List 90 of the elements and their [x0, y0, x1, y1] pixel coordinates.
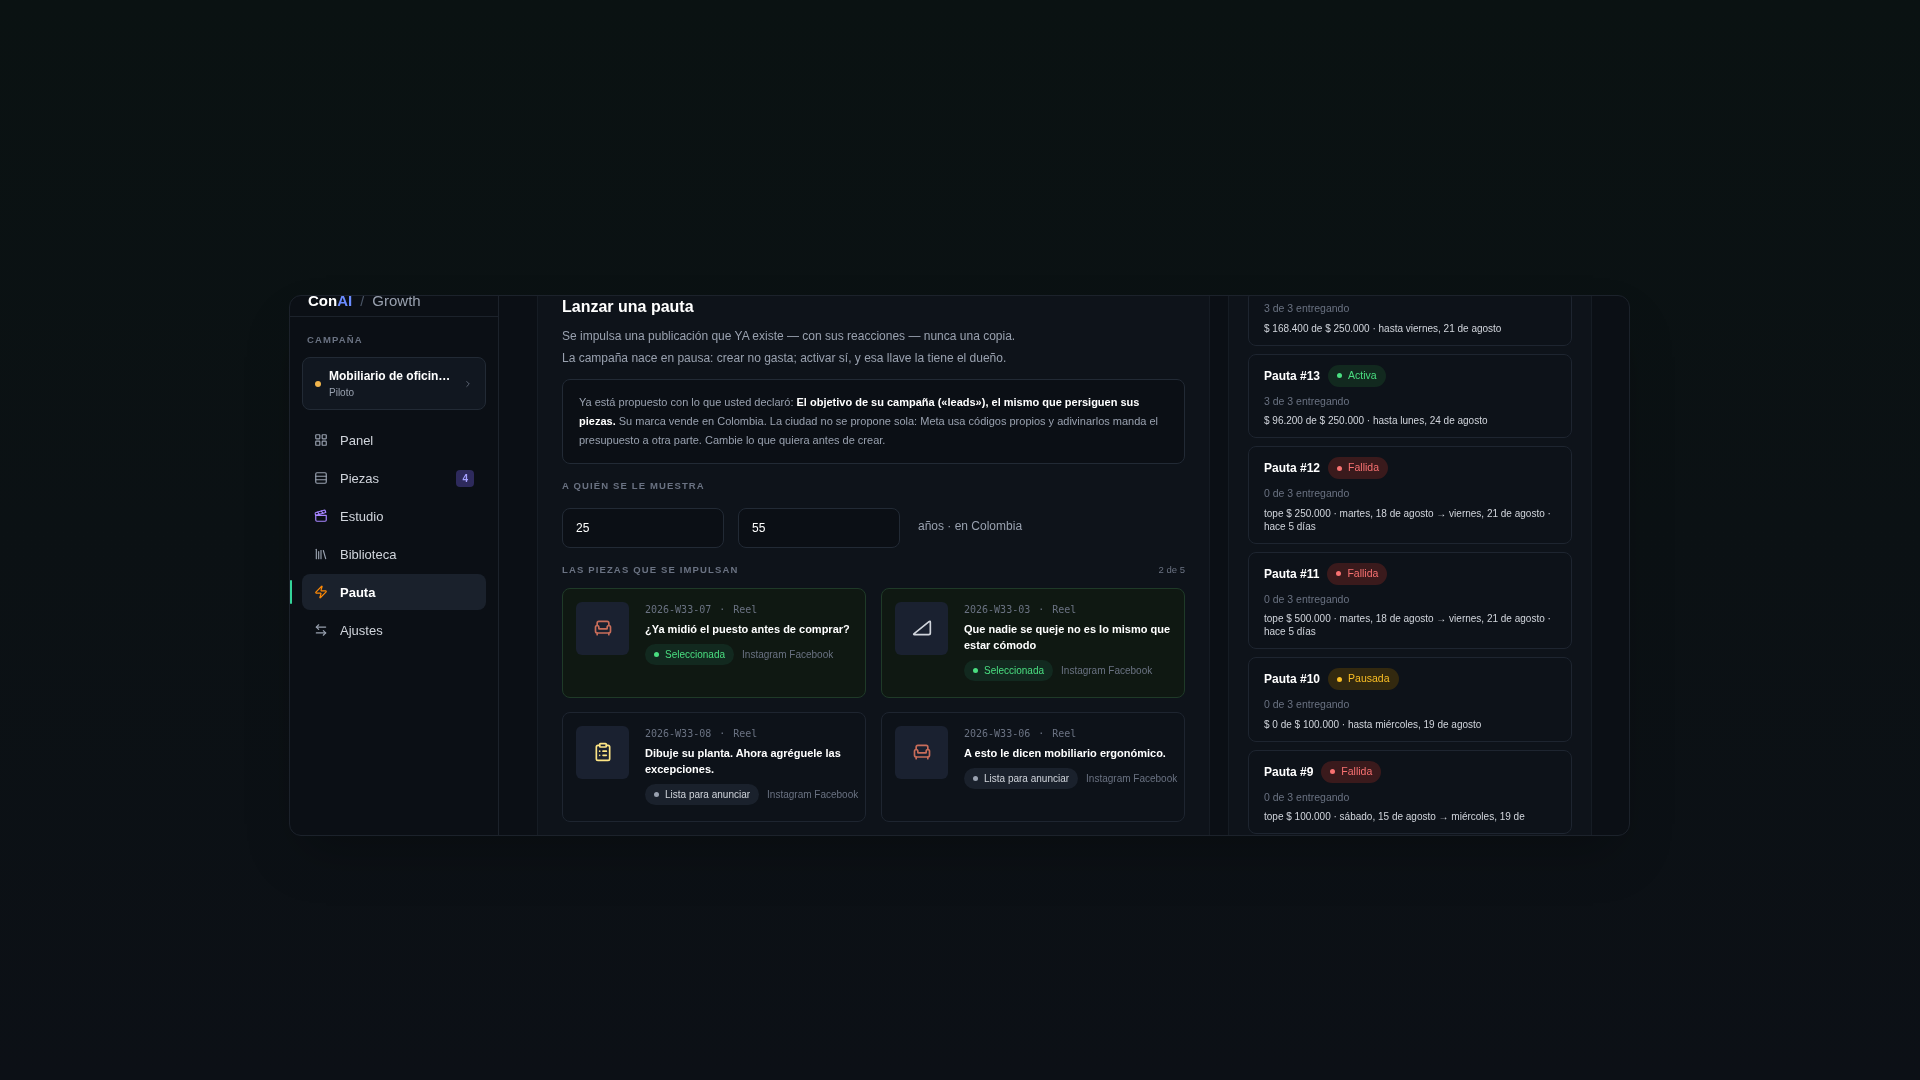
separator-dot: ·	[719, 726, 726, 741]
sidebar-item[interactable]: Biblioteca	[302, 536, 486, 573]
campaign-card[interactable]: Pauta #12 Fallida 0 de 3 entregando tope $ 250.000 · martes, 18 de agosto → viernes, 21 de agosto · hace 5 días	[1248, 446, 1572, 544]
chevron-icon	[463, 378, 473, 389]
piece-format: Reel	[733, 602, 758, 617]
chair-icon	[911, 742, 932, 762]
age-suffix-text: años · en Colombia	[918, 518, 1023, 536]
piece-card[interactable]: 2026-W33-08 · Reel Dibuje su planta. Ahora agréguele las excepciones. Lista para anunciar Instagram Facebook	[562, 711, 866, 822]
campaign-title: Pauta #12	[1264, 460, 1321, 478]
count-badge: 4	[456, 469, 474, 487]
sidebar-item[interactable]: Estudio	[302, 498, 486, 535]
campaign-title: Pauta #10	[1264, 671, 1321, 689]
piece-card[interactable]: 2026-W33-06 · Reel A esto le dicen mobiliario ergonómico. Lista para anunciar Instagram Facebook	[881, 711, 1185, 822]
arrows-icon	[314, 623, 328, 638]
status-pill: Lista para anunciar	[964, 767, 1079, 789]
platforms-text: Instagram Facebook	[767, 787, 859, 802]
grid-icon	[314, 433, 328, 448]
separator-dot: ·	[719, 602, 726, 617]
piece-title: Dibuje su planta. Ahora agréguele las excepciones.	[645, 745, 842, 777]
piece-format: Reel	[733, 726, 758, 741]
active-indicator	[290, 580, 292, 605]
piece-code: 2026-W33-07	[645, 602, 712, 617]
budget-text: $ 96.200 de $ 250.000 · hasta lunes, 24 de agosto	[1264, 414, 1489, 428]
separator-dot: ·	[1038, 602, 1045, 617]
campaign-status: Piloto	[329, 386, 355, 401]
status-pill: Fallida	[1327, 562, 1388, 585]
platforms-text: Instagram Facebook	[1086, 771, 1178, 786]
status-pill: Fallida	[1328, 457, 1388, 479]
campaign-title: Pauta #13	[1264, 367, 1321, 385]
piece-title: ¿Ya midió el puesto antes de comprar?	[645, 621, 850, 637]
proposal-text: Ya está propuesto con lo que usted declaró: El objetivo de su campaña («leads»), el mismo que persiguen sus piezas. Su marca vende en Colombia. La ciudad no se propone sola: Meta usa códigos propios y adivinarlos manda el presupuesto a otra parte. Cambie lo que quiera antes de crear.	[579, 395, 1160, 448]
page-title: Lanzar una pauta	[562, 297, 695, 317]
campaign-card[interactable]: Pauta #13 Activa 3 de 3 entregando $ 96.200 de $ 250.000 · hasta lunes, 24 de agosto	[1248, 353, 1572, 439]
intro-text: La campaña nace en pausa: crear no gasta; activar sí, y esa llave la tiene el dueño.	[562, 350, 1008, 367]
budget-text: tope $ 250.000 · martes, 18 de agosto → viernes, 21 de agosto · hace 5 días	[1264, 506, 1552, 533]
status-pill: Lista para anunciar	[645, 783, 760, 805]
books-icon	[314, 547, 328, 562]
status-pill: Pausada	[1328, 668, 1399, 690]
piece-code: 2026-W33-06	[964, 726, 1031, 741]
sidebar-item[interactable]: Piezas 4	[302, 460, 486, 497]
breadcrumb-separator: /	[360, 296, 365, 311]
campaign-card[interactable]: Pauta #10 Pausada 0 de 3 entregando $ 0 de $ 100.000 · hasta miércoles, 19 de agosto	[1248, 657, 1572, 742]
campaign-card[interactable]: Pauta #9 Fallida 0 de 3 entregando tope $ 100.000 · sábado, 15 de agosto → miércoles, 19 de	[1248, 749, 1572, 835]
status-pill: Seleccionada	[645, 643, 735, 665]
clapperboard-icon	[314, 509, 328, 524]
platforms-text: Instagram Facebook	[742, 647, 834, 662]
separator-dot: ·	[1038, 726, 1045, 741]
section-name: Growth	[372, 296, 421, 311]
budget-text: tope $ 100.000 · sábado, 15 de agosto → miércoles, 19 de	[1264, 810, 1526, 824]
selection-count: 2 de 5	[1158, 563, 1185, 578]
piece-code: 2026-W33-08	[645, 726, 712, 741]
campaign-selector[interactable]: Mobiliario de oficin… Piloto	[302, 357, 486, 411]
piece-card[interactable]: 2026-W33-07 · Reel ¿Ya midió el puesto antes de comprar? Seleccionada Instagram Facebook	[562, 587, 866, 698]
intro-text: Se impulsa una publicación que YA existe — con sus reacciones — nunca una copia.	[562, 328, 1017, 345]
delivery-text: 3 de 3 entregando	[1264, 393, 1351, 409]
campaign-card[interactable]: 3 de 3 entregando $ 168.400 de $ 250.000 · hasta viernes, 21 de agosto	[1248, 296, 1572, 346]
budget-text: $ 168.400 de $ 250.000 · hasta viernes, 21 de agosto	[1264, 321, 1503, 335]
delivery-text: 0 de 3 entregando	[1264, 789, 1351, 805]
sidebar-item[interactable]: Pauta	[302, 574, 486, 611]
sidebar-item[interactable]: Ajustes	[302, 612, 486, 649]
piece-title: A esto le dicen mobiliario ergonómico.	[964, 745, 1167, 761]
piece-code: 2026-W33-03	[964, 602, 1031, 617]
platforms-text: Instagram Facebook	[1061, 663, 1153, 678]
lightning-icon	[314, 585, 328, 600]
section-label: A QUIÉN SE LE MUESTRA	[562, 479, 706, 493]
chair-icon	[592, 618, 613, 638]
section-label: CAMPAÑA	[306, 333, 364, 347]
campaign-card[interactable]: Pauta #11 Fallida 0 de 3 entregando tope $ 500.000 · martes, 18 de agosto → viernes, 21 de agosto · hace 5 días	[1248, 551, 1572, 650]
status-pill: Activa	[1328, 364, 1386, 387]
section-label: LAS PIEZAS QUE SE IMPULSAN	[562, 563, 739, 578]
delivery-text: 0 de 3 entregando	[1264, 697, 1351, 712]
status-pill: Fallida	[1321, 760, 1382, 783]
sidebar-item[interactable]: Panel	[302, 422, 486, 459]
delivery-text: 3 de 3 entregando	[1264, 301, 1351, 316]
piece-format: Reel	[1052, 602, 1077, 617]
piece-card[interactable]: 2026-W33-03 · Reel Que nadie se queje no es lo mismo que estar cómodo Seleccionada Instagram Facebook	[881, 587, 1185, 698]
delivery-text: 0 de 3 entregando	[1264, 486, 1351, 501]
piece-title: Que nadie se queje no es lo mismo que estar cómodo	[964, 621, 1171, 653]
piece-format: Reel	[1052, 726, 1077, 741]
budget-text: tope $ 500.000 · martes, 18 de agosto → viernes, 21 de agosto · hace 5 días	[1264, 612, 1552, 639]
budget-text: $ 0 de $ 100.000 · hasta miércoles, 19 de agosto	[1264, 717, 1483, 731]
app-logo: ConAI	[308, 296, 353, 311]
campaign-title: Pauta #9	[1264, 763, 1314, 781]
list-icon	[314, 471, 328, 486]
delivery-text: 0 de 3 entregando	[1264, 591, 1351, 607]
min-age-field[interactable]: 25	[562, 508, 724, 549]
status-pill: Seleccionada	[964, 659, 1054, 681]
max-age-field[interactable]: 55	[738, 508, 900, 549]
campaign-name: Mobiliario de oficin…	[329, 368, 452, 386]
campaign-title: Pauta #11	[1264, 565, 1320, 583]
